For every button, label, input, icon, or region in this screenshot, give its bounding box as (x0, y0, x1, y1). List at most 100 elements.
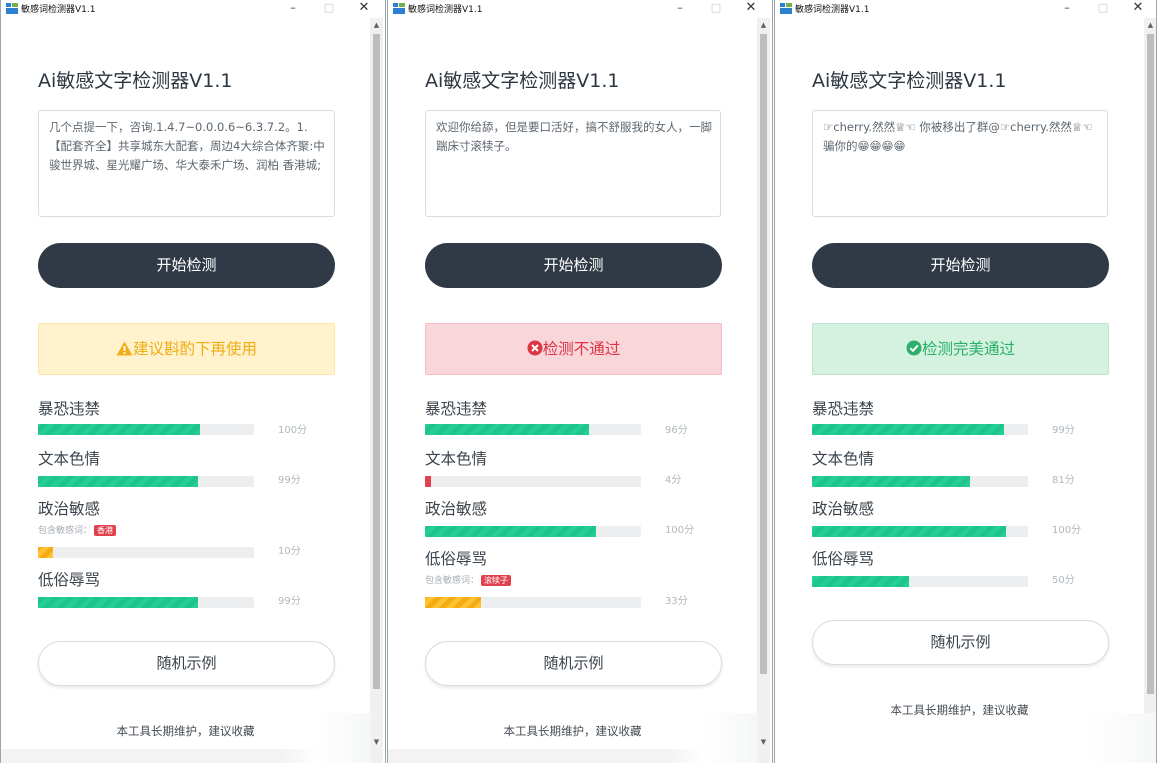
scroll-thumb[interactable] (760, 34, 767, 674)
metric-label: 低俗辱骂 (425, 550, 488, 568)
text-input[interactable]: 欢迎你给舔，但是要口活好，搞不舒服我的女人，一脚踹床寸滚犊子。 (425, 110, 721, 217)
metric-label: 文本色情 (38, 450, 101, 468)
score-bar (38, 547, 254, 558)
detect-button[interactable]: 开始检测 (425, 243, 722, 288)
metric-abuse: 低俗辱骂 99分 (38, 568, 368, 616)
sensitive-word-tag: 滚犊子 (481, 575, 512, 586)
app-window-3: 敏感词检测器V1.1 – □ ✕ Ai敏感文字检测器V1.1 ☞cherry.然… (774, 0, 1157, 763)
page-title: Ai敏感文字检测器V1.1 (812, 70, 1007, 92)
score-value: 96分 (665, 425, 688, 436)
close-button[interactable]: ✕ (1126, 0, 1150, 18)
scroll-up-arrow-icon[interactable]: ▲ (370, 18, 383, 32)
page-title: Ai敏感文字检测器V1.1 (38, 70, 233, 92)
sensitive-word-note: 包含敏感词： 香港 (38, 523, 117, 536)
metric-abuse: 低俗辱骂 包含敏感词： 滚犊子 33分 (425, 547, 755, 608)
maximize-button[interactable]: □ (704, 0, 728, 18)
vertical-scrollbar[interactable]: ▲ (1144, 18, 1156, 763)
metric-label: 暴恐违禁 (425, 400, 488, 418)
metric-porn: 文本色情 4分 (425, 447, 755, 495)
score-bar-fill (38, 476, 198, 487)
maximize-button[interactable]: □ (1091, 0, 1115, 18)
metric-label: 低俗辱骂 (38, 571, 101, 589)
title-bar[interactable]: 敏感词检测器V1.1 – □ ✕ (775, 0, 1156, 18)
error-circle-icon (527, 340, 543, 356)
score-bar-fill (425, 597, 482, 608)
score-value: 10分 (278, 546, 301, 557)
sensitive-word-label: 包含敏感词： (38, 526, 93, 536)
random-example-button[interactable]: 随机示例 (38, 641, 335, 686)
score-bar (38, 476, 254, 487)
text-input[interactable]: 几个点提一下，咨询.1.4.7~0.0.0.6~6.3.7.2。1.【配套齐全】… (38, 110, 335, 217)
result-text: 检测完美通过 (921, 340, 1015, 358)
app-icon (780, 3, 792, 14)
close-button[interactable]: ✕ (739, 0, 763, 18)
vertical-scrollbar[interactable]: ▲ ▼ (757, 18, 770, 763)
sensitive-word-label: 包含敏感词： (425, 576, 480, 586)
screen-glare (281, 713, 371, 763)
title-bar[interactable]: 敏感词检测器V1.1 – □ ✕ (388, 0, 772, 18)
score-bar (425, 424, 641, 435)
score-value: 99分 (278, 475, 301, 486)
minimize-button[interactable]: – (668, 0, 692, 18)
score-bar-fill (812, 424, 1005, 435)
result-banner: 建议斟酌下再使用 (38, 323, 335, 375)
score-bar (425, 526, 641, 537)
score-bar-fill (38, 597, 198, 608)
minimize-button[interactable]: – (281, 0, 305, 18)
score-value: 81分 (1052, 475, 1075, 486)
close-button[interactable]: ✕ (352, 0, 376, 18)
scroll-down-arrow-icon[interactable]: ▼ (757, 735, 770, 749)
result-banner: 检测完美通过 (812, 323, 1109, 375)
sensitive-word-note: 包含敏感词： 滚犊子 (425, 573, 512, 586)
random-example-button[interactable]: 随机示例 (812, 620, 1109, 665)
main-panel: Ai敏感文字检测器V1.1 ☞cherry.然然♕☜ 你被移出了群@☞cherr… (775, 18, 1144, 763)
score-bar (38, 424, 254, 435)
score-bar-fill (425, 526, 596, 537)
page-title: Ai敏感文字检测器V1.1 (425, 70, 620, 92)
metric-violence: 暴恐违禁 96分 (425, 397, 755, 445)
scroll-thumb[interactable] (1147, 34, 1154, 694)
title-bar[interactable]: 敏感词检测器V1.1 – □ ✕ (1, 0, 385, 18)
scroll-up-arrow-icon[interactable]: ▲ (757, 18, 770, 32)
detect-button[interactable]: 开始检测 (812, 243, 1109, 288)
score-value: 33分 (665, 596, 688, 607)
app-icon (6, 3, 18, 14)
screen-glare (1045, 713, 1156, 763)
metric-label: 政治敏感 (38, 500, 101, 518)
score-bar-fill (812, 526, 1007, 537)
score-value: 99分 (278, 596, 301, 607)
metric-politics: 政治敏感 100分 (425, 497, 755, 545)
score-bar (38, 597, 254, 608)
result-banner: 检测不通过 (425, 323, 722, 375)
score-bar-fill (38, 547, 54, 558)
check-circle-icon (906, 340, 922, 356)
scroll-down-arrow-icon[interactable]: ▼ (370, 735, 383, 749)
random-example-button[interactable]: 随机示例 (425, 641, 722, 686)
window-title: 敏感词检测器V1.1 (21, 5, 96, 15)
score-bar (812, 576, 1028, 587)
metric-label: 暴恐违禁 (38, 400, 101, 418)
score-value: 4分 (665, 475, 682, 486)
score-value: 100分 (1052, 525, 1082, 536)
text-input[interactable]: ☞cherry.然然♕☜ 你被移出了群@☞cherry.然然♕☜ 骗你的😁😁😁😁 (812, 110, 1108, 217)
metric-politics: 政治敏感 包含敏感词： 香港 10分 (38, 497, 368, 558)
app-window-2: 敏感词检测器V1.1 – □ ✕ Ai敏感文字检测器V1.1 欢迎你给舔，但是要… (387, 0, 773, 763)
metric-label: 文本色情 (812, 450, 875, 468)
minimize-button[interactable]: – (1055, 0, 1079, 18)
vertical-scrollbar[interactable]: ▲ ▼ (370, 18, 383, 763)
main-panel: Ai敏感文字检测器V1.1 几个点提一下，咨询.1.4.7~0.0.0.6~6.… (1, 18, 370, 763)
score-bar (812, 424, 1028, 435)
maximize-button[interactable]: □ (317, 0, 341, 18)
metric-politics: 政治敏感 100分 (812, 497, 1142, 545)
score-value: 100分 (665, 525, 695, 536)
scroll-thumb[interactable] (373, 34, 380, 689)
warning-icon (116, 341, 133, 356)
score-value: 100分 (278, 425, 308, 436)
window-title: 敏感词检测器V1.1 (408, 5, 483, 15)
detect-button[interactable]: 开始检测 (38, 243, 335, 288)
score-bar-fill (812, 476, 970, 487)
metric-label: 低俗辱骂 (812, 550, 875, 568)
scroll-up-arrow-icon[interactable]: ▲ (1144, 18, 1156, 32)
score-bar (812, 526, 1028, 537)
score-bar-fill (812, 576, 910, 587)
